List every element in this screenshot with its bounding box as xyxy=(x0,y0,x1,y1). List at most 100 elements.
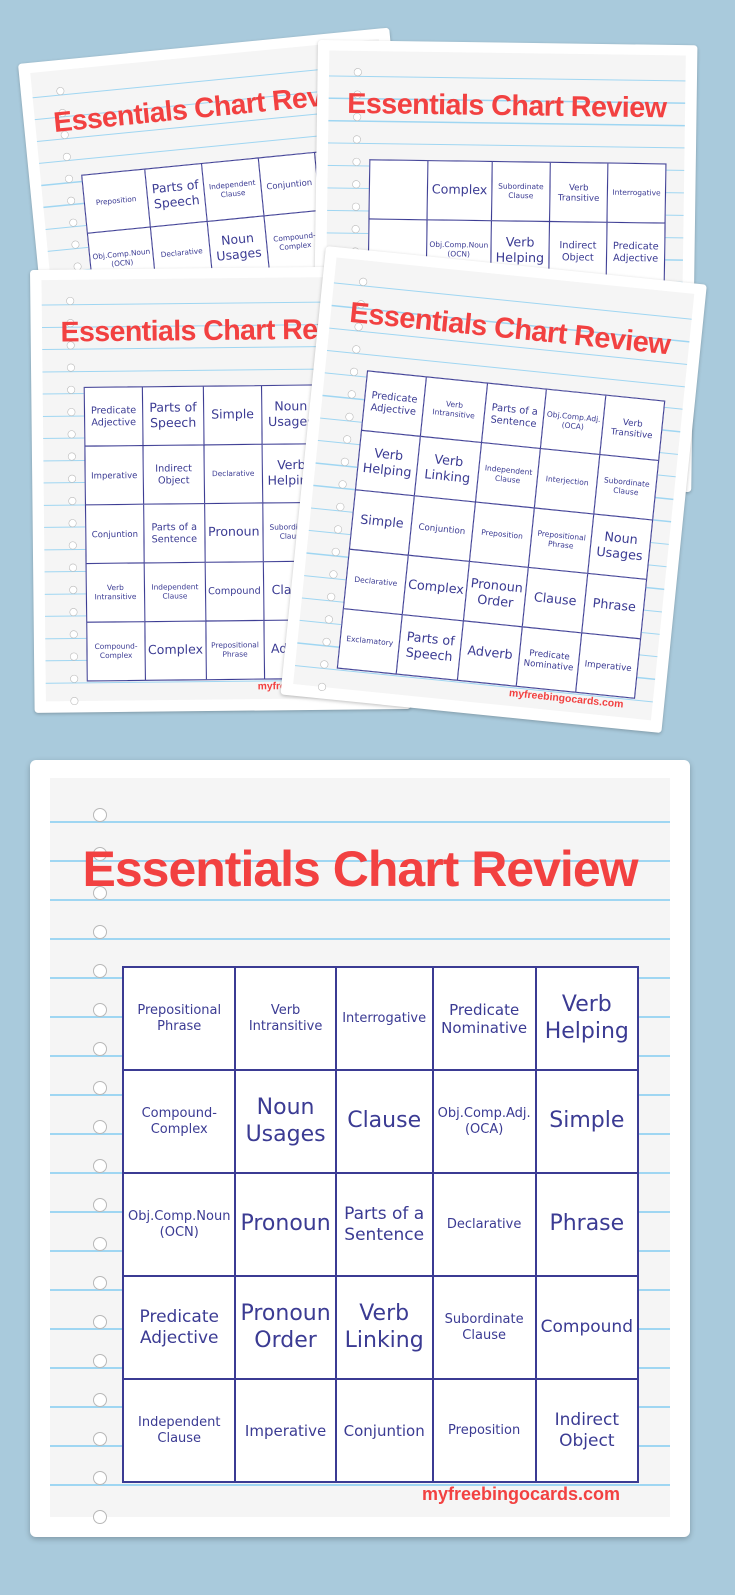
bingo-cell: Verb Transitive xyxy=(599,395,665,461)
bingo-cell: Clause xyxy=(522,567,588,633)
binder-hole-icon xyxy=(353,68,362,77)
binder-hole-icon xyxy=(69,630,78,639)
bingo-cell: Prepositional Phrase xyxy=(205,620,265,680)
binder-hole-icon xyxy=(352,180,361,189)
bingo-cell: Subordinate Clause xyxy=(432,1276,536,1379)
binder-hole-icon xyxy=(93,808,107,822)
binder-hole-icon xyxy=(67,430,76,439)
binder-hole-icon xyxy=(68,496,77,506)
binder-hole-icon xyxy=(68,563,78,572)
binder-hole-icon xyxy=(335,502,345,512)
binder-hole-icon xyxy=(93,925,107,939)
binder-hole-icon xyxy=(319,659,329,669)
bingo-cell: Declarative xyxy=(432,1173,536,1276)
bingo-cell: Declarative xyxy=(343,549,409,615)
bingo-cell: Pronoun Order xyxy=(235,1276,336,1379)
binder-hole-icon xyxy=(93,1393,107,1407)
binder-hole-icon xyxy=(347,389,357,399)
bingo-cell: Preposition xyxy=(469,501,535,568)
binder-hole-icon xyxy=(93,1237,107,1251)
binder-hole-icon xyxy=(66,363,75,372)
binder-hole-icon xyxy=(93,1471,107,1485)
binder-hole-icon xyxy=(342,434,352,444)
binder-hole-icon xyxy=(324,614,334,624)
bingo-cell: Exclamatory xyxy=(337,608,403,675)
bingo-cell: Verb Intransitive xyxy=(235,967,336,1070)
binder-hole-icon xyxy=(69,585,78,594)
site-watermark: myfreebingocards.com xyxy=(421,1484,620,1504)
bingo-cell: Parts of a Sentence xyxy=(143,503,205,563)
card-title: Essentials Chart Review xyxy=(348,295,672,361)
bingo-cell: Indirect Object xyxy=(143,444,205,505)
bingo-cell: Compound-Complex xyxy=(123,1070,236,1173)
bingo-cell: Simple xyxy=(349,489,415,556)
binder-hole-icon xyxy=(64,174,74,184)
bingo-cell: Obj.Comp.Noun (OCN) xyxy=(123,1173,236,1276)
bingo-cell: Conjuntion xyxy=(85,504,145,564)
bingo-cell: Complex xyxy=(426,160,493,221)
bingo-cell: Verb Helping xyxy=(355,430,421,496)
binder-hole-icon xyxy=(358,277,368,287)
binder-hole-icon xyxy=(68,218,78,227)
bingo-cell xyxy=(368,159,428,220)
bingo-cell: Declarative xyxy=(203,444,263,504)
binder-hole-icon xyxy=(351,225,360,234)
bingo-cell: Conjuntion xyxy=(335,1379,433,1482)
binder-hole-icon xyxy=(66,196,76,206)
bingo-cell: Conjuntion xyxy=(258,152,321,216)
binder-hole-icon xyxy=(317,682,327,692)
binder-hole-icon xyxy=(93,1276,107,1290)
bingo-cell: Simple xyxy=(203,385,263,445)
bingo-cell: Preposition xyxy=(81,169,151,234)
binder-hole-icon xyxy=(340,457,350,467)
bingo-cell: Simple xyxy=(535,1070,638,1173)
bingo-cell: Predicate Adjective xyxy=(606,222,666,283)
binder-hole-icon xyxy=(93,1003,107,1017)
bingo-cell: Predicate Adjective xyxy=(123,1276,236,1379)
bingo-cell: Parts of a Sentence xyxy=(335,1173,433,1276)
bingo-cell: Predicate Nominative xyxy=(516,626,582,693)
bingo-cell: Noun Usages xyxy=(587,513,653,580)
bingo-cell: Indirect Object xyxy=(535,1379,638,1482)
bingo-cell: Imperative xyxy=(575,632,641,699)
ruled-paper: Essentials Chart Review Predicate Adjecti… xyxy=(293,257,695,721)
binder-hole-icon xyxy=(93,1120,107,1134)
bingo-cell: Compound xyxy=(204,561,264,622)
bingo-cell: Verb Linking xyxy=(414,436,482,502)
binder-hole-icon xyxy=(68,519,77,528)
binder-hole-icon xyxy=(345,412,354,422)
bingo-cell: Parts of a Sentence xyxy=(481,383,547,449)
binder-hole-icon xyxy=(351,344,361,354)
bingo-cell: Preposition xyxy=(432,1379,536,1482)
binder-hole-icon xyxy=(93,1354,107,1368)
bingo-cell: Interrogative xyxy=(335,967,433,1070)
binder-hole-icon xyxy=(93,1315,107,1329)
binder-hole-icon xyxy=(93,1432,107,1446)
binder-hole-icon xyxy=(71,240,80,249)
binder-hole-icon xyxy=(70,697,79,706)
bingo-cell: Predicate Adjective xyxy=(361,370,427,437)
bingo-grid: Predicate Adjective Verb Intransitive Part… xyxy=(336,370,666,699)
bingo-grid: Prepositional Phrase Verb Intransitive Int… xyxy=(122,966,639,1483)
binder-hole-icon xyxy=(69,652,78,661)
binder-hole-icon xyxy=(93,1198,107,1212)
binder-hole-icon xyxy=(349,367,359,377)
card-title: Essentials Chart Review xyxy=(82,841,638,897)
bingo-card-preview-4: Essentials Chart Review Predicate Adjecti… xyxy=(280,246,707,734)
bingo-cell: Parts of Speech xyxy=(142,386,204,446)
bingo-cell: Obj.Comp.Adj. (OCA) xyxy=(432,1070,536,1173)
bingo-cell: Conjuntion xyxy=(408,495,476,562)
bingo-cell: Clause xyxy=(335,1070,433,1173)
binder-hole-icon xyxy=(351,202,361,211)
bingo-cell: Verb Transitive xyxy=(549,162,609,223)
bingo-cell: Parts of Speech xyxy=(396,614,464,681)
bingo-cell: Noun Usages xyxy=(235,1070,336,1173)
bingo-cell: Verb Helping xyxy=(535,967,638,1070)
bingo-cell: Independent Clause xyxy=(475,442,541,508)
bingo-cell: Verb Linking xyxy=(335,1276,433,1379)
binder-hole-icon xyxy=(67,408,76,417)
bingo-cell: Independent Clause xyxy=(123,1379,236,1482)
bingo-cell: Complex xyxy=(144,621,207,681)
bingo-cell: Imperative xyxy=(235,1379,336,1482)
binder-hole-icon xyxy=(326,592,336,602)
